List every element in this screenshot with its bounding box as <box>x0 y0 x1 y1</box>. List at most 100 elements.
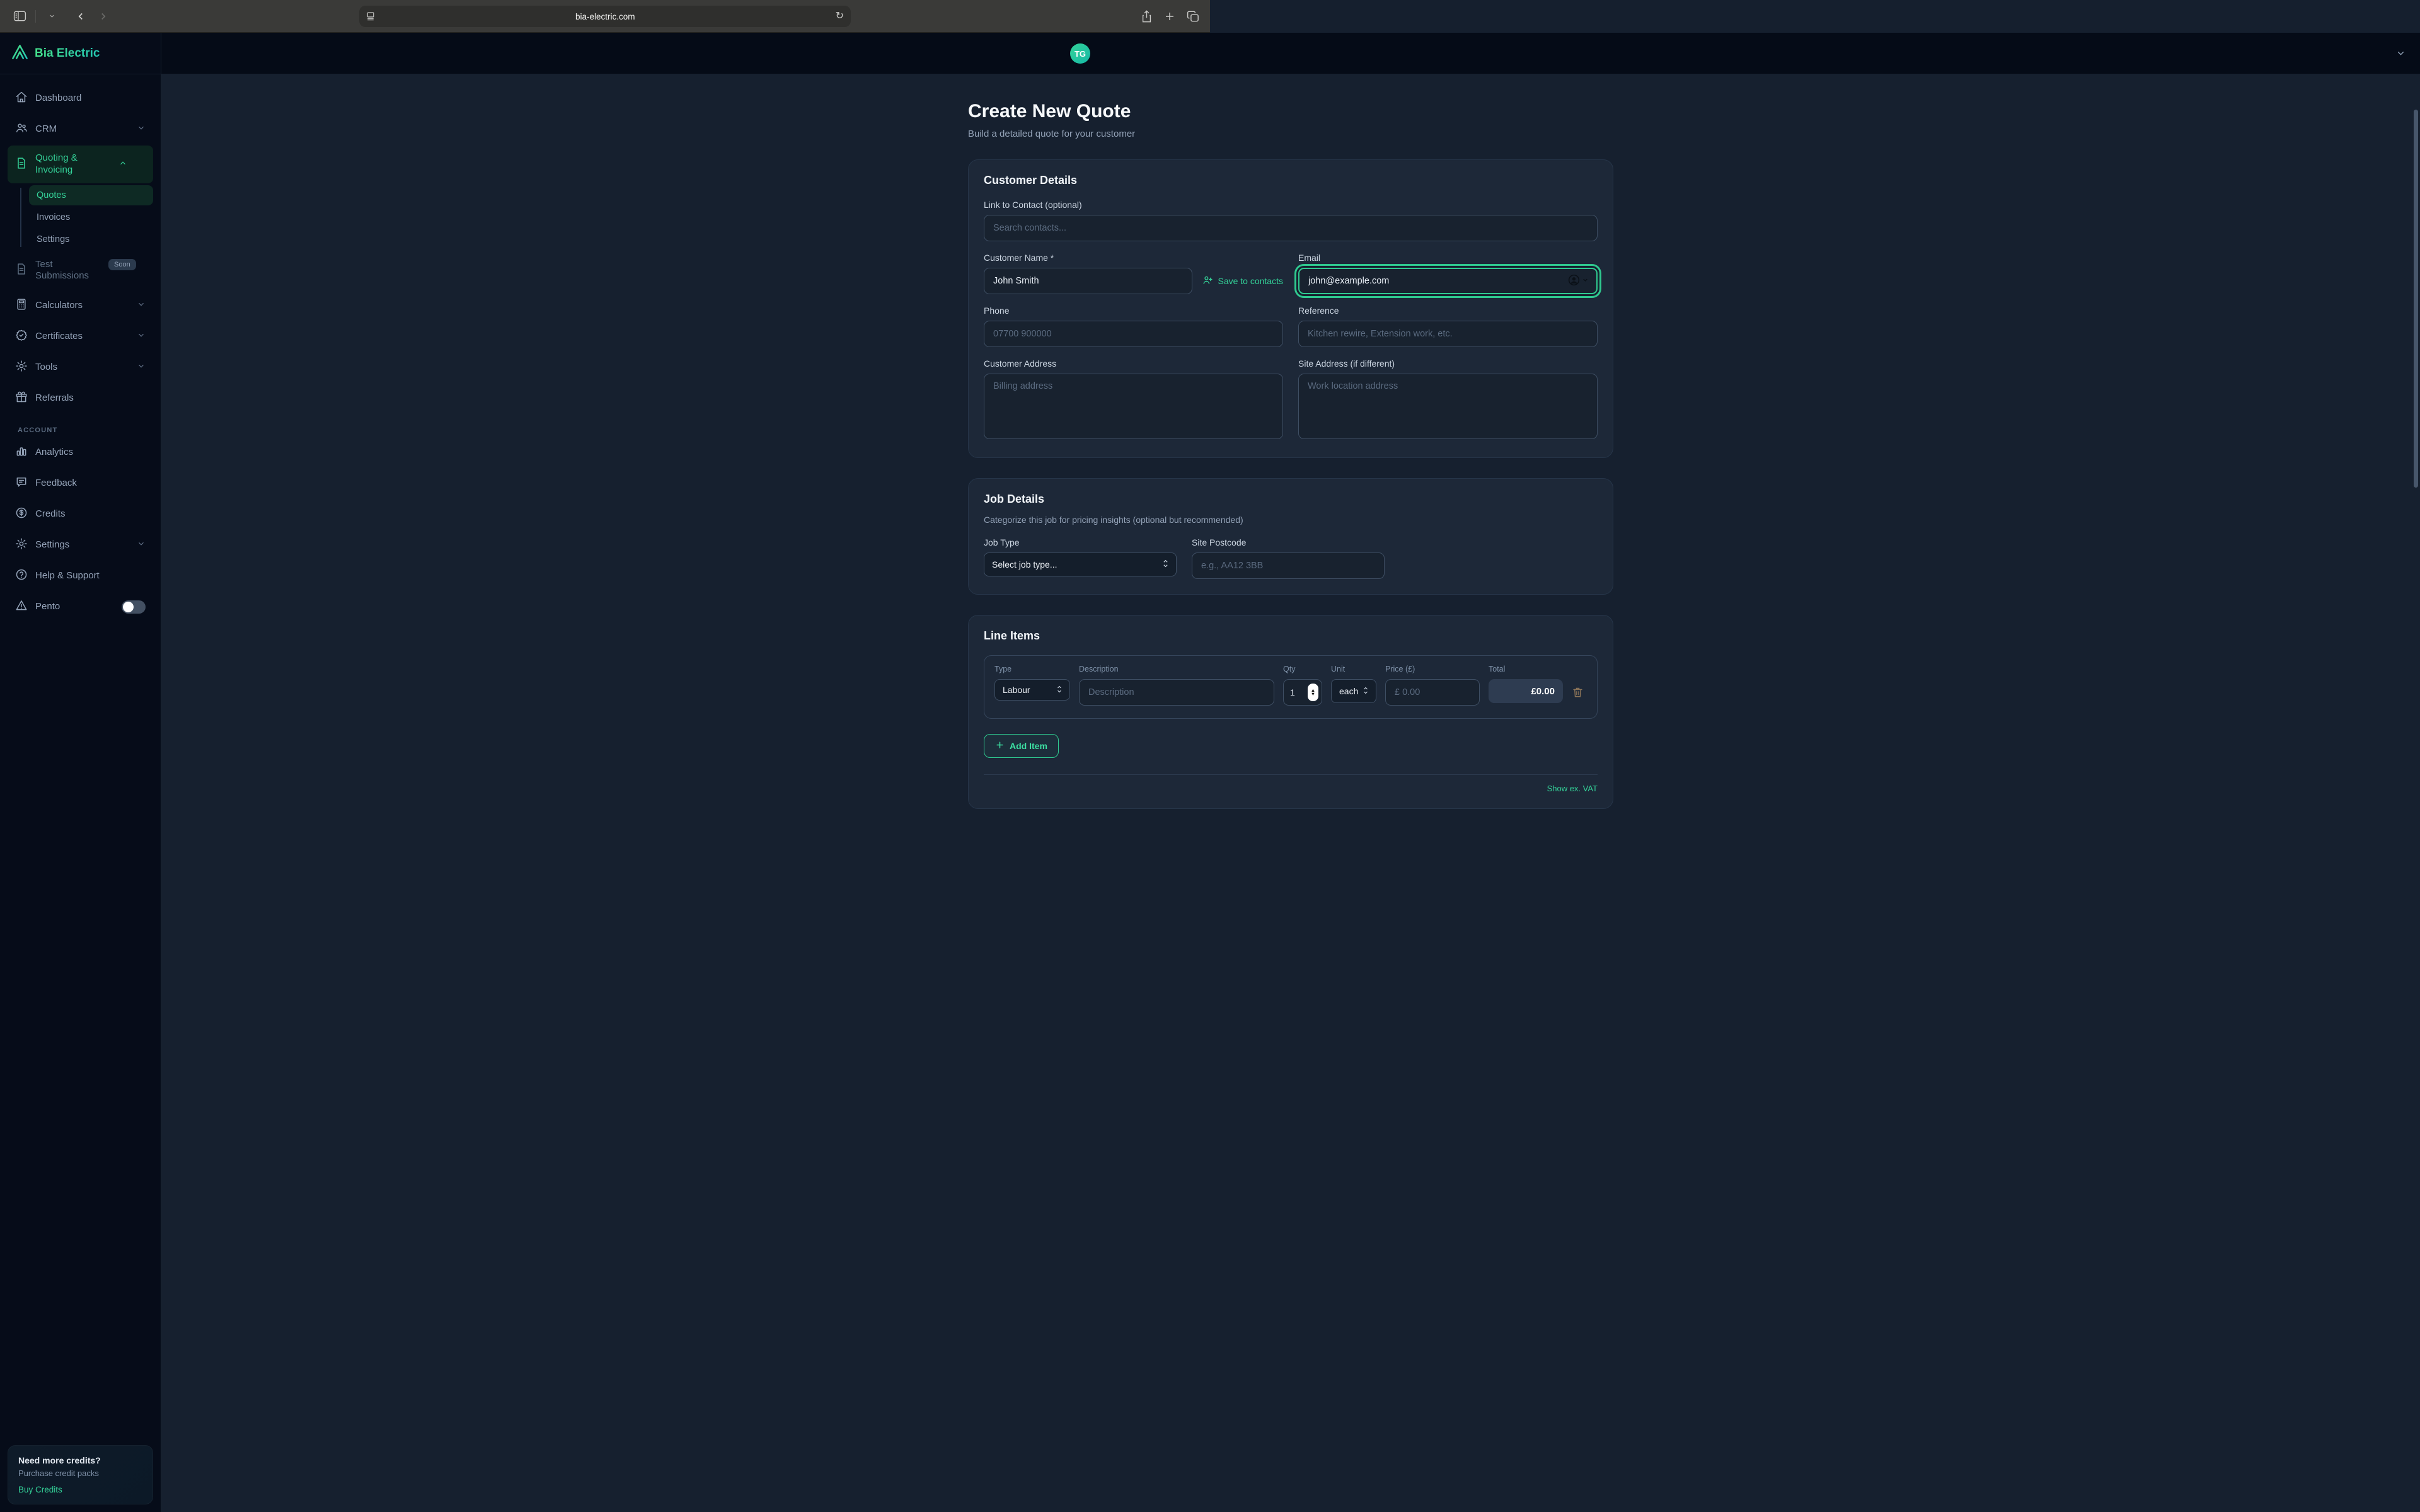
url-text: bia-electric.com <box>375 12 836 21</box>
job-details-card: Job Details Categorize this job for pric… <box>968 478 1613 595</box>
sidebar-item-dashboard[interactable]: Dashboard <box>8 84 153 113</box>
sidebar-item-quoting-invoicing[interactable]: Quoting & Invoicing <box>8 146 153 183</box>
customer-details-title: Customer Details <box>984 174 1598 187</box>
sidebar-item-tools[interactable]: Tools <box>8 353 153 382</box>
autofill-contact-icon[interactable] <box>1567 273 1589 287</box>
stepper-icon[interactable]: ▲▼ <box>1308 684 1318 701</box>
sidebar-subitem-settings[interactable]: Settings <box>29 229 153 249</box>
site-postcode-input[interactable] <box>1192 553 1385 579</box>
badge-check-icon <box>15 329 28 344</box>
sidebar-item-crm[interactable]: CRM <box>8 115 153 144</box>
link-contact-label: Link to Contact (optional) <box>984 200 1598 210</box>
chevron-down-icon[interactable] <box>42 7 61 26</box>
sidebar-item-calculators[interactable]: Calculators <box>8 291 153 320</box>
chevron-down-icon <box>137 539 146 551</box>
phone-input[interactable] <box>984 321 1283 347</box>
reference-input[interactable] <box>1298 321 1598 347</box>
col-type: Type <box>994 665 1070 673</box>
sub-nav-guide-line <box>20 188 21 247</box>
chevron-down-icon <box>137 123 146 135</box>
header-chevron-down-icon[interactable] <box>2395 48 2406 62</box>
sidebar-item-analytics[interactable]: Analytics <box>8 438 153 467</box>
sidebar-subitem-quotes[interactable]: Quotes <box>29 185 153 205</box>
plus-icon <box>995 740 1005 752</box>
save-to-contacts-link[interactable]: Save to contacts <box>1202 275 1283 287</box>
sidebar-subitem-invoices[interactable]: Invoices <box>29 207 153 227</box>
sidebar-item-certificates[interactable]: Certificates <box>8 322 153 351</box>
credits-promo-card: Need more credits? Purchase credit packs… <box>8 1445 153 1504</box>
sidebar-toggle-icon[interactable] <box>10 7 29 26</box>
home-icon <box>15 91 28 106</box>
line-item-row: Type Labour Description Qty <box>984 655 1598 719</box>
item-qty-stepper[interactable]: 1 ▲▼ <box>1283 679 1322 706</box>
page-subtitle: Build a detailed quote for your customer <box>968 129 1613 139</box>
avatar[interactable]: TG <box>1070 43 1090 64</box>
users-icon <box>15 122 28 137</box>
credits-promo-title: Need more credits? <box>18 1455 142 1465</box>
page-title: Create New Quote <box>968 101 1613 122</box>
back-icon[interactable] <box>71 7 90 26</box>
line-items-title: Line Items <box>984 629 1598 643</box>
chevron-down-icon <box>137 331 146 342</box>
page-scrollbar-thumb[interactable] <box>2414 110 2418 488</box>
url-bar[interactable]: bia-electric.com ↻ <box>359 6 851 27</box>
buy-credits-link[interactable]: Buy Credits <box>18 1485 142 1494</box>
item-unit-select[interactable]: each <box>1331 679 1376 703</box>
line-items-card: Line Items Type Labour Description <box>968 615 1613 809</box>
customer-details-card: Customer Details Link to Contact (option… <box>968 159 1613 458</box>
item-type-select[interactable]: Labour <box>994 679 1070 701</box>
help-circle-icon <box>15 568 28 583</box>
col-unit: Unit <box>1331 665 1376 673</box>
sidebar-item-settings[interactable]: Settings <box>8 530 153 559</box>
chevron-down-icon <box>137 362 146 373</box>
customer-address-label: Customer Address <box>984 358 1283 369</box>
reload-icon[interactable]: ↻ <box>836 11 844 21</box>
show-ex-vat-link[interactable]: Show ex. VAT <box>984 784 1598 793</box>
item-price-input[interactable] <box>1385 679 1480 706</box>
sidebar-item-credits[interactable]: Credits <box>8 500 153 529</box>
gear-icon <box>15 537 28 553</box>
app-header: TG <box>161 33 2420 74</box>
search-contacts-input[interactable] <box>984 215 1598 241</box>
customer-address-textarea[interactable] <box>984 374 1283 439</box>
page-settings-icon[interactable] <box>366 12 375 21</box>
job-type-label: Job Type <box>984 537 1177 547</box>
dollar-circle-icon <box>15 507 28 522</box>
sidebar-item-pento[interactable]: Pento <box>8 592 153 621</box>
alert-triangle-icon <box>15 599 28 614</box>
item-description-input[interactable] <box>1079 679 1274 706</box>
select-chevrons-icon <box>1362 686 1369 697</box>
sidebar-item-referrals[interactable]: Referrals <box>8 384 153 413</box>
gift-icon <box>15 391 28 406</box>
soon-badge: Soon <box>108 259 136 270</box>
sidebar-item-test-submissions[interactable]: Test Submissions Soon <box>8 252 153 290</box>
select-chevrons-icon <box>1056 685 1063 696</box>
forward-icon[interactable] <box>94 7 113 26</box>
sidebar-item-feedback[interactable]: Feedback <box>8 469 153 498</box>
site-address-label: Site Address (if different) <box>1298 358 1598 369</box>
job-details-subtitle: Categorize this job for pricing insights… <box>984 515 1598 525</box>
file-icon <box>15 263 28 278</box>
email-input[interactable] <box>1298 268 1598 294</box>
share-icon[interactable] <box>1141 9 1153 23</box>
brand-name: Bia Electric <box>35 47 100 60</box>
col-qty: Qty <box>1283 665 1322 673</box>
site-postcode-label: Site Postcode <box>1192 537 1385 547</box>
main-content: Create New Quote Build a detailed quote … <box>161 74 2420 1512</box>
job-type-select[interactable]: Select job type... <box>984 553 1177 576</box>
trash-icon[interactable] <box>1572 686 1584 701</box>
file-text-icon <box>15 157 28 172</box>
brand-logo-icon <box>11 44 28 63</box>
sidebar-item-help-support[interactable]: Help & Support <box>8 561 153 590</box>
add-item-button[interactable]: Add Item <box>984 734 1059 758</box>
pento-toggle[interactable] <box>122 600 146 614</box>
reference-label: Reference <box>1298 306 1598 316</box>
site-address-textarea[interactable] <box>1298 374 1598 439</box>
tab-overview-icon[interactable] <box>1187 10 1200 23</box>
calculator-icon <box>15 298 28 313</box>
col-price: Price (£) <box>1385 665 1480 673</box>
new-tab-icon[interactable] <box>1164 11 1175 22</box>
customer-name-input[interactable] <box>984 268 1192 294</box>
customer-name-label: Customer Name * <box>984 253 1283 263</box>
credits-promo-subtitle: Purchase credit packs <box>18 1469 142 1478</box>
